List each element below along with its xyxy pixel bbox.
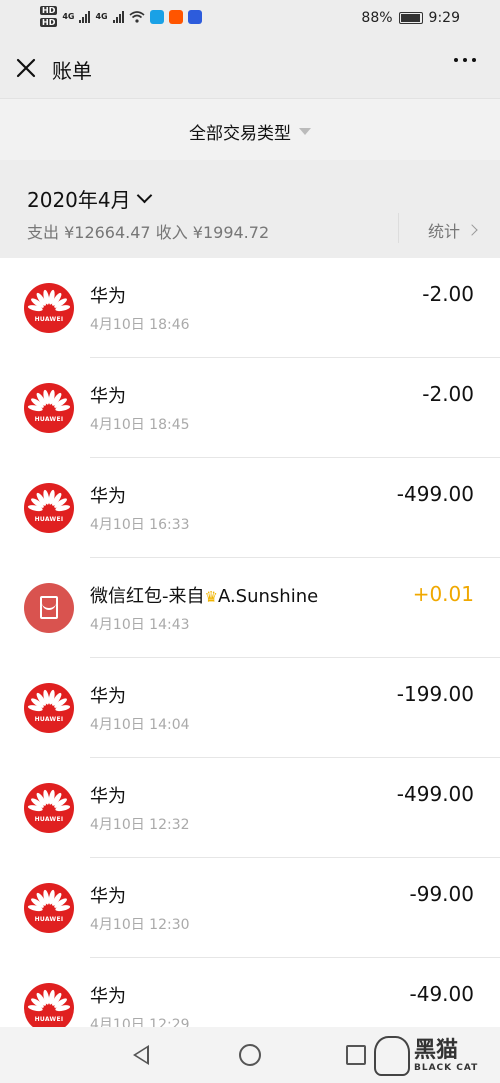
transaction-title: 华为	[90, 682, 126, 708]
transaction-row[interactable]: HUAWEI 华为 4月10日 18:45 -2.00	[0, 358, 500, 458]
transaction-row[interactable]: HUAWEI 华为 4月10日 16:33 -499.00	[0, 458, 500, 558]
transaction-title: 华为	[90, 782, 126, 808]
transaction-name: 华为	[90, 286, 126, 307]
transaction-time: 4月10日 14:43	[90, 617, 190, 633]
stats-label: 统计	[427, 222, 460, 241]
transaction-time: 4月10日 18:45	[90, 417, 190, 433]
transaction-row[interactable]: 微信红包-来自♛A.Sunshine 4月10日 14:43 +0.01	[0, 558, 500, 658]
transaction-name: 华为	[90, 786, 126, 807]
red-packet-icon	[24, 583, 74, 633]
transaction-amount: -199.00	[396, 682, 474, 706]
hd-indicators: HD HD	[40, 6, 58, 27]
transaction-time: 4月10日 12:30	[90, 917, 190, 933]
sender-name: A.Sunshine	[217, 586, 319, 607]
wifi-icon	[129, 10, 145, 23]
hd-badge: HD	[40, 6, 58, 15]
chevron-right-icon	[466, 224, 478, 236]
transaction-amount: -99.00	[409, 882, 474, 906]
transaction-name: 华为	[90, 986, 126, 1007]
huawei-logo-icon: HUAWEI	[24, 483, 74, 533]
network-type: 4G	[95, 12, 108, 21]
signal-icon	[79, 10, 91, 23]
transaction-title: 微信红包-来自♛A.Sunshine	[90, 582, 318, 608]
transaction-amount: -2.00	[422, 282, 474, 306]
transaction-time: 4月10日 16:33	[90, 517, 190, 533]
transaction-row[interactable]: HUAWEI 华为 4月10日 14:04 -199.00	[0, 658, 500, 758]
month-section: 2020年4月 支出 ¥12664.47 收入 ¥1994.72 统计	[0, 160, 500, 258]
crown-icon: ♛	[204, 588, 218, 606]
baidu-icon	[187, 9, 202, 24]
black-cat-logo-icon	[374, 1036, 410, 1076]
transaction-title: 华为	[90, 882, 126, 908]
huawei-brand-text: HUAWEI	[34, 1016, 64, 1023]
huawei-logo-icon: HUAWEI	[24, 283, 74, 333]
huawei-brand-text: HUAWEI	[34, 716, 64, 723]
status-bar: HD HD 4G 4G 88% 9:29	[0, 0, 500, 38]
transaction-amount: -499.00	[396, 482, 474, 506]
watermark-text: 黑猫 BLACK CAT	[414, 1038, 479, 1074]
watermark-title: 黑猫	[414, 1038, 459, 1063]
month-selector[interactable]: 2020年4月	[27, 184, 152, 213]
transaction-name: 华为	[90, 486, 126, 507]
transaction-title: 华为	[90, 282, 126, 308]
back-icon[interactable]	[133, 1045, 149, 1065]
transaction-row[interactable]: HUAWEI 华为 4月10日 12:30 -99.00	[0, 858, 500, 958]
recents-icon[interactable]	[346, 1045, 366, 1065]
huawei-brand-text: HUAWEI	[34, 416, 64, 423]
transaction-type-filter[interactable]: 全部交易类型	[0, 98, 500, 161]
transaction-title: 华为	[90, 482, 126, 508]
close-icon[interactable]	[14, 56, 38, 80]
app-notification-icon	[149, 9, 164, 24]
divider	[398, 213, 399, 243]
huawei-brand-text: HUAWEI	[34, 916, 64, 923]
transaction-amount: +0.01	[412, 582, 474, 606]
transaction-list: HUAWEI 华为 4月10日 18:46 -2.00 HUAWEI 华为 4月…	[0, 258, 500, 1058]
transaction-time: 4月10日 12:32	[90, 817, 190, 833]
transaction-title: 华为	[90, 982, 126, 1008]
transaction-amount: -2.00	[422, 382, 474, 406]
watermark: 黑猫 BLACK CAT	[374, 1032, 494, 1080]
signal-icon	[112, 10, 124, 23]
status-right: 88% 9:29	[361, 10, 460, 26]
transaction-name: 华为	[90, 886, 126, 907]
huawei-logo-icon: HUAWEI	[24, 883, 74, 933]
huawei-logo-icon: HUAWEI	[24, 983, 74, 1033]
huawei-logo-icon: HUAWEI	[24, 683, 74, 733]
transaction-amount: -49.00	[409, 982, 474, 1006]
more-icon[interactable]	[454, 58, 476, 62]
hd-badge: HD	[40, 18, 58, 27]
transaction-name: 微信红包-来自	[90, 586, 205, 607]
transaction-row[interactable]: HUAWEI 华为 4月10日 18:46 -2.00	[0, 258, 500, 358]
huawei-brand-text: HUAWEI	[34, 816, 64, 823]
battery-percent: 88%	[361, 10, 393, 26]
month-summary: 支出 ¥12664.47 收入 ¥1994.72	[27, 223, 270, 242]
clock: 9:29	[428, 10, 460, 26]
transaction-amount: -499.00	[396, 782, 474, 806]
huawei-logo-icon: HUAWEI	[24, 383, 74, 433]
filter-dropdown[interactable]: 全部交易类型	[0, 119, 500, 144]
network-type: 4G	[62, 12, 75, 21]
taobao-icon	[168, 9, 183, 24]
stats-button[interactable]: 统计	[427, 218, 478, 242]
transaction-title: 华为	[90, 382, 126, 408]
transaction-name: 华为	[90, 686, 126, 707]
filter-label: 全部交易类型	[189, 124, 291, 144]
transaction-time: 4月10日 14:04	[90, 717, 190, 733]
huawei-logo-icon: HUAWEI	[24, 783, 74, 833]
transaction-row[interactable]: HUAWEI 华为 4月10日 12:32 -499.00	[0, 758, 500, 858]
watermark-subtitle: BLACK CAT	[414, 1063, 479, 1073]
huawei-brand-text: HUAWEI	[34, 516, 64, 523]
chevron-down-icon	[136, 187, 152, 204]
home-icon[interactable]	[239, 1044, 261, 1066]
battery-icon	[398, 12, 423, 24]
page-title: 账单	[52, 59, 92, 83]
month-label: 2020年4月	[27, 188, 131, 212]
huawei-brand-text: HUAWEI	[34, 316, 64, 323]
caret-down-icon	[299, 128, 311, 135]
page-header: 账单	[0, 38, 500, 98]
transaction-name: 华为	[90, 386, 126, 407]
transaction-time: 4月10日 18:46	[90, 317, 190, 333]
status-left: HD HD 4G 4G	[40, 6, 202, 27]
